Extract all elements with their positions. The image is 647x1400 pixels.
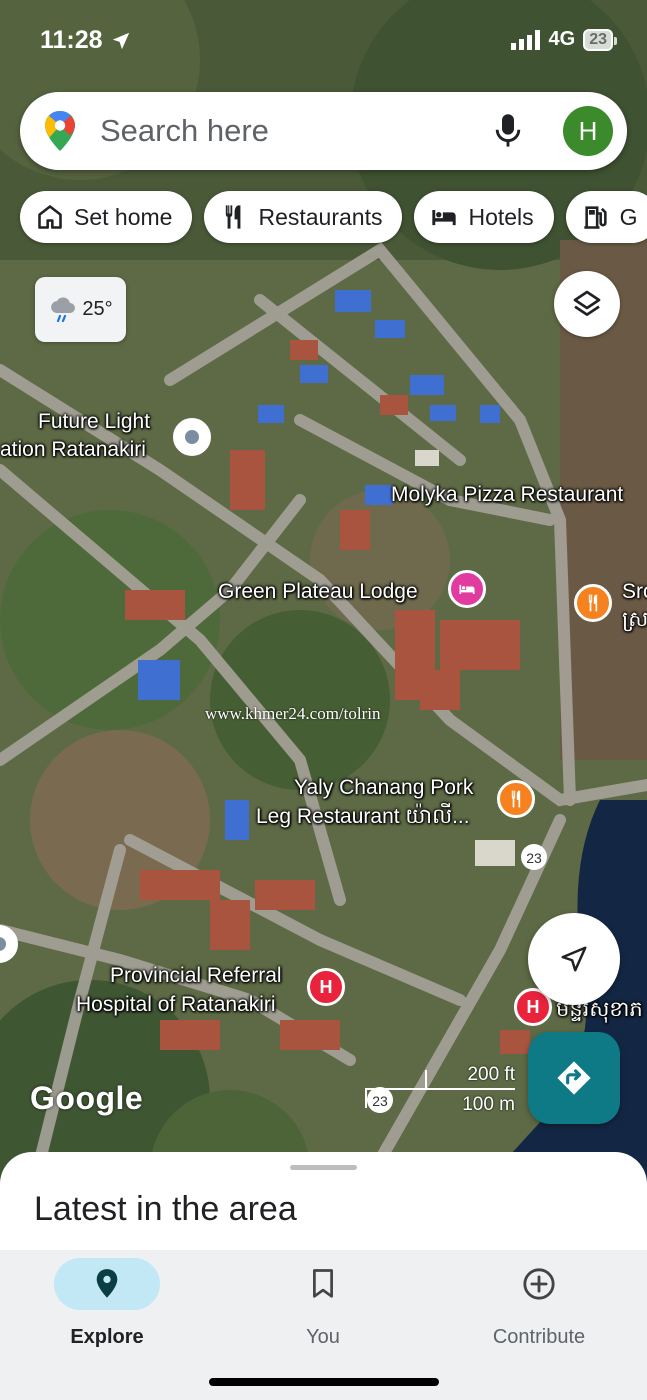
scale-imperial: 200 ft bbox=[467, 1064, 515, 1085]
nav-explore[interactable]: Explore bbox=[27, 1258, 187, 1358]
location-arrow-icon bbox=[112, 32, 130, 50]
poi-label-line: Hospital of Ratanakiri bbox=[76, 993, 276, 1016]
scale-metric: 100 m bbox=[462, 1094, 515, 1115]
poi-label-yaly[interactable]: Yaly Chanang Pork bbox=[294, 774, 473, 802]
nav-explore-pill bbox=[54, 1258, 160, 1310]
nav-label: Explore bbox=[70, 1326, 144, 1348]
restaurant-pin-icon[interactable] bbox=[574, 584, 612, 622]
weather-temp: 25° bbox=[82, 298, 113, 320]
poi-label-line: ស្រ bbox=[622, 608, 647, 631]
chip-label: G bbox=[619, 203, 638, 230]
sheet-drag-handle[interactable] bbox=[290, 1165, 357, 1170]
weather-widget[interactable]: 25° bbox=[35, 277, 126, 342]
layers-button[interactable] bbox=[554, 271, 620, 337]
poi-label-line: Provincial Referral bbox=[110, 964, 282, 987]
network-type: 4G bbox=[548, 28, 576, 50]
nav-you-pill bbox=[270, 1258, 376, 1310]
chip-hotels[interactable]: Hotels bbox=[414, 191, 554, 243]
svg-text:23: 23 bbox=[526, 850, 542, 866]
navigation-arrow-icon bbox=[561, 946, 587, 972]
poi-label-green-plateau[interactable]: Green Plateau Lodge bbox=[218, 578, 418, 606]
poi-label-line: Yaly Chanang Pork bbox=[294, 776, 474, 799]
place-pin-icon[interactable] bbox=[173, 418, 211, 456]
poi-label-hospital[interactable]: Provincial Referral bbox=[110, 962, 282, 990]
sheet-title: Latest in the area bbox=[34, 1190, 297, 1228]
hospital-h-icon: H bbox=[526, 996, 540, 1017]
scale-bar bbox=[365, 1088, 515, 1090]
poi-label-line: Green Plateau Lodge bbox=[218, 580, 418, 603]
directions-icon bbox=[557, 1061, 591, 1095]
poi-label-molyka[interactable]: Molyka Pizza Restaurant bbox=[391, 481, 623, 509]
chip-gas[interactable]: G bbox=[565, 191, 647, 243]
hotel-pin-icon[interactable] bbox=[448, 570, 486, 608]
home-icon bbox=[38, 205, 62, 229]
chip-label: Hotels bbox=[468, 203, 534, 230]
plus-circle-icon bbox=[523, 1268, 555, 1300]
google-attribution: Google bbox=[30, 1080, 144, 1116]
road-badge: 23 bbox=[521, 844, 547, 870]
nav-contribute-pill bbox=[486, 1258, 592, 1310]
map-scale: 200 ft 100 m bbox=[365, 1062, 515, 1116]
nav-you[interactable]: You bbox=[243, 1258, 403, 1358]
hospital-h-icon: H bbox=[319, 976, 333, 997]
avatar[interactable]: H bbox=[563, 106, 613, 156]
poi-label-yaly-2[interactable]: Leg Restaurant យ៉ាលី... bbox=[256, 803, 470, 831]
poi-label-future-light-2[interactable]: ation Ratanakiri bbox=[0, 436, 146, 464]
hospital-pin-icon[interactable]: H bbox=[307, 968, 345, 1006]
directions-button[interactable] bbox=[528, 1032, 620, 1124]
scale-tick bbox=[425, 1070, 427, 1090]
search-input[interactable]: Search here bbox=[100, 113, 493, 149]
fork-knife-icon bbox=[226, 205, 241, 229]
scale-tick bbox=[365, 1088, 367, 1108]
bed-icon bbox=[432, 210, 457, 226]
restaurant-pin-icon[interactable] bbox=[497, 780, 535, 818]
poi-label-line: Future Light bbox=[38, 410, 151, 433]
fork-knife-icon bbox=[511, 790, 521, 808]
microphone-icon[interactable] bbox=[493, 113, 523, 149]
status-bar: 11:28 4G 23 bbox=[0, 0, 647, 80]
layers-icon bbox=[573, 290, 601, 316]
poi-label-sro[interactable]: Sro ស្រ bbox=[622, 578, 647, 634]
my-location-button[interactable] bbox=[528, 913, 620, 1005]
explore-pin-icon bbox=[96, 1269, 118, 1298]
chip-set-home[interactable]: Set home bbox=[20, 191, 193, 243]
nav-label: You bbox=[306, 1326, 340, 1348]
poi-label-hospital-2[interactable]: Hospital of Ratanakiri bbox=[76, 991, 276, 1019]
poi-label-line: Leg Restaurant យ៉ាលី... bbox=[256, 805, 470, 828]
gas-pump-icon bbox=[584, 206, 607, 229]
chip-label: Set home bbox=[74, 203, 173, 230]
nav-label: Contribute bbox=[492, 1326, 586, 1348]
category-chips: Set home Restaurants Hotels G bbox=[20, 191, 647, 243]
home-indicator[interactable] bbox=[209, 1378, 439, 1386]
chip-label: Restaurants bbox=[258, 203, 383, 230]
poi-label-line: ation Ratanakiri bbox=[0, 438, 146, 461]
search-bar[interactable]: Search here H bbox=[20, 92, 627, 170]
signal-icon bbox=[510, 29, 540, 50]
poi-label-line: Sro bbox=[622, 580, 647, 603]
status-time: 11:28 bbox=[40, 26, 103, 54]
google-maps-logo-icon bbox=[45, 111, 75, 151]
fork-knife-icon bbox=[588, 594, 598, 612]
cloud-rain-icon bbox=[51, 296, 76, 322]
watermark-text: www.khmer24.com/tolrin bbox=[205, 704, 381, 723]
battery-icon: 23 bbox=[583, 28, 617, 51]
bottom-sheet[interactable]: Latest in the area bbox=[0, 1152, 647, 1262]
poi-label-future-light[interactable]: Future Light bbox=[38, 408, 150, 436]
nav-contribute[interactable]: Contribute bbox=[459, 1258, 619, 1358]
bed-icon bbox=[459, 584, 475, 594]
poi-label-line: Molyka Pizza Restaurant bbox=[391, 483, 624, 506]
chip-restaurants[interactable]: Restaurants bbox=[204, 191, 403, 243]
bookmark-icon bbox=[313, 1269, 333, 1298]
